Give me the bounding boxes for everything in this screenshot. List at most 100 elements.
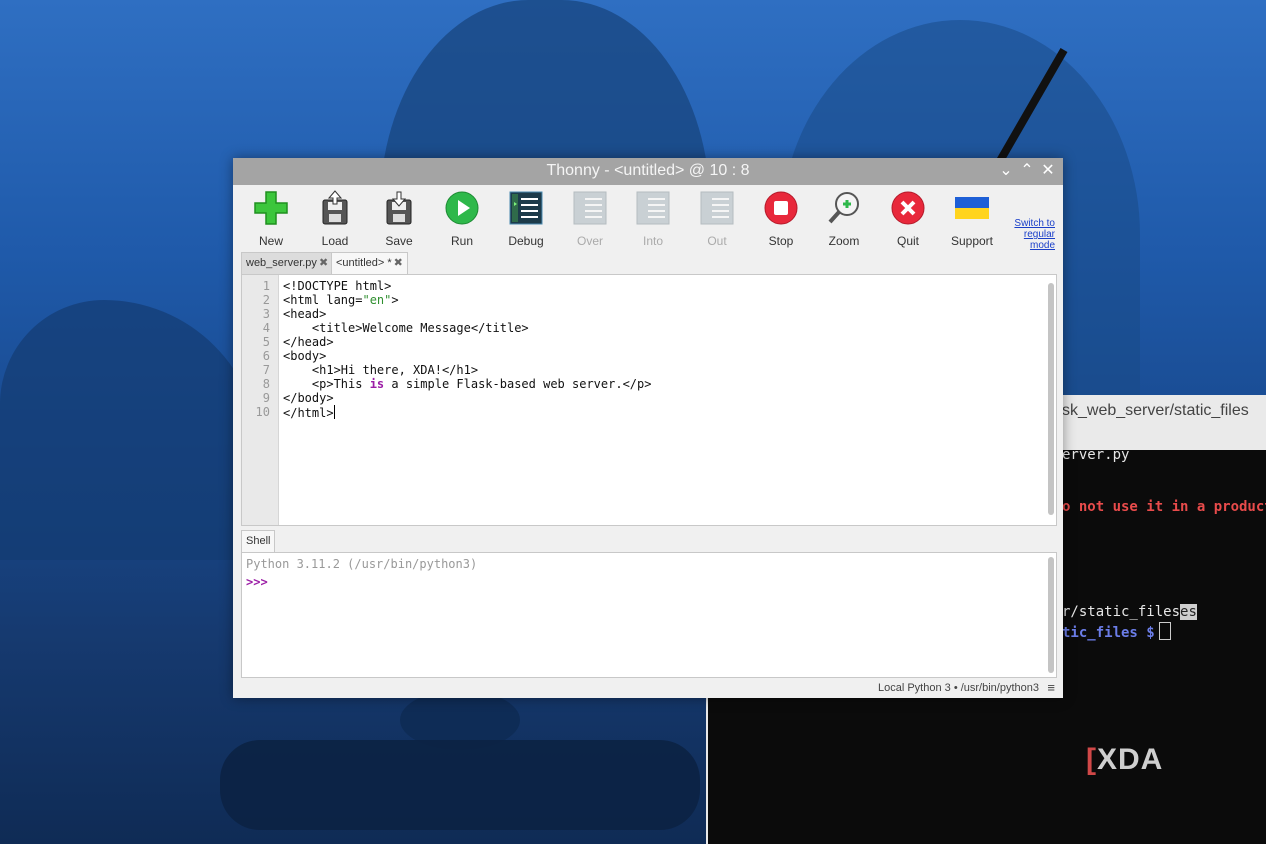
code-line: <title>Welcome Message</title> xyxy=(283,321,529,335)
code-editor[interactable]: 1 2 3 4 5 6 7 8 9 10 <!DOCTYPE html> <htm… xyxy=(241,274,1057,526)
editor-scrollbar[interactable] xyxy=(1048,283,1054,515)
code-token: <title>Welcome Message</title> xyxy=(283,321,529,335)
code-line: </html> xyxy=(283,405,335,420)
switch-mode-line: Switch to xyxy=(1014,218,1055,229)
plus-icon xyxy=(253,190,289,226)
menu-icon[interactable]: ≡ xyxy=(1047,680,1055,695)
stop-label: Stop xyxy=(768,234,794,248)
close-button[interactable]: ✕ xyxy=(1039,161,1057,181)
load-button[interactable]: Load xyxy=(305,190,365,250)
switch-mode-line: mode xyxy=(1029,240,1055,251)
shell-tab-bar: Shell xyxy=(241,530,1055,553)
terminal-output[interactable]: erver.py o not use it in a production r/… xyxy=(1040,450,1266,844)
background-foliage xyxy=(0,300,260,560)
line-number: 8 xyxy=(262,377,270,391)
code-token: <!DOCTYPE html> xyxy=(283,279,392,293)
tab-close-icon[interactable]: ✖ xyxy=(319,257,328,269)
support-button[interactable]: Support xyxy=(942,190,1002,250)
stop-button[interactable]: Stop xyxy=(751,190,811,250)
code-token: <p>This xyxy=(283,377,370,391)
code-token: </html> xyxy=(283,406,334,420)
maximize-button[interactable]: ⌃ xyxy=(1018,161,1036,181)
debug-icon xyxy=(508,190,544,226)
ukraine-flag-icon xyxy=(954,190,990,226)
minimize-button[interactable]: ⌄ xyxy=(997,161,1015,181)
code-token: </head> xyxy=(283,335,334,349)
line-number: 10 xyxy=(255,405,270,419)
terminal-selection: es xyxy=(1180,604,1197,620)
code-line: <h1>Hi there, XDA!</h1> xyxy=(283,363,478,377)
switch-mode-line: regular xyxy=(1023,229,1055,240)
tab-close-icon[interactable]: ✖ xyxy=(394,257,403,269)
step-over-button[interactable]: Over xyxy=(560,190,620,250)
terminal-line: erver.py xyxy=(1062,450,1130,463)
new-button[interactable]: New xyxy=(241,190,301,250)
code-line: <!DOCTYPE html> xyxy=(283,279,391,293)
step-over-icon xyxy=(572,190,608,226)
line-number: 7 xyxy=(262,363,270,377)
step-out-label: Out xyxy=(707,234,727,248)
tab-shell[interactable]: Shell xyxy=(241,530,276,552)
load-icon xyxy=(317,190,353,226)
debug-button[interactable]: Debug xyxy=(496,190,556,250)
shell-python-version: Python 3.11.2 (/usr/bin/python3) xyxy=(246,557,478,571)
code-token: > xyxy=(391,293,399,307)
run-button[interactable]: Run xyxy=(432,190,492,250)
line-number: 3 xyxy=(262,307,270,321)
load-label: Load xyxy=(321,234,349,248)
step-into-icon xyxy=(635,190,671,226)
switch-to-regular-mode-link[interactable]: Switch to regular mode xyxy=(1007,218,1055,251)
zoom-label: Zoom xyxy=(828,234,860,248)
zoom-button[interactable]: Zoom xyxy=(814,190,874,250)
code-token: <body> xyxy=(283,349,327,363)
step-out-button[interactable]: Out xyxy=(687,190,747,250)
tab-untitled[interactable]: <untitled> * ✖ xyxy=(331,252,408,275)
code-line: <p>This is a simple Flask-based web serv… xyxy=(283,377,652,391)
editor-tab-bar: web_server.py ✖ <untitled> * ✖ xyxy=(241,252,1055,275)
step-over-label: Over xyxy=(576,234,603,248)
quit-button[interactable]: Quit xyxy=(878,190,938,250)
code-line: <html lang="en"> xyxy=(283,293,399,307)
background-boat xyxy=(220,740,700,830)
code-token: </body> xyxy=(283,391,334,405)
stop-icon xyxy=(763,190,799,226)
tab-web-server-py[interactable]: web_server.py ✖ xyxy=(241,252,334,274)
terminal-line: r/static_fileses xyxy=(1062,604,1197,620)
new-label: New xyxy=(258,234,283,248)
text-caret xyxy=(333,405,335,419)
keyword-token: is xyxy=(369,377,385,391)
step-out-icon xyxy=(699,190,735,226)
xda-watermark: [XDA xyxy=(1086,743,1163,777)
play-icon xyxy=(444,190,480,226)
toolbar: New Load Save Run Debug Over Into Out St… xyxy=(233,185,1063,251)
line-number: 5 xyxy=(262,335,270,349)
xda-text: XDA xyxy=(1097,743,1164,776)
code-token: <html lang= xyxy=(283,293,363,307)
shell-console[interactable]: Python 3.11.2 (/usr/bin/python3) >>> xyxy=(241,552,1057,678)
status-bar: Local Python 3 • /usr/bin/python3 ≡ xyxy=(233,680,1063,698)
shell-prompt: >>> xyxy=(246,575,268,589)
terminal-prompt-line: tic_files $ xyxy=(1062,622,1171,641)
code-token: a simple Flask-based web server.</p> xyxy=(384,377,652,391)
step-into-button[interactable]: Into xyxy=(623,190,683,250)
line-number: 1 xyxy=(262,279,270,293)
title-bar[interactable]: Thonny - <untitled> @ 10 : 8 ⌄ ⌃ ✕ xyxy=(233,158,1063,185)
shell-scrollbar[interactable] xyxy=(1048,557,1054,673)
tab-label: web_server.py xyxy=(246,257,317,269)
line-number: 4 xyxy=(262,321,270,335)
terminal-title: sk_web_server/static_files xyxy=(1062,402,1249,419)
save-icon xyxy=(381,190,417,226)
xda-bracket: [ xyxy=(1086,743,1097,776)
quit-label: Quit xyxy=(896,234,919,248)
line-number: 2 xyxy=(262,293,270,307)
line-number: 9 xyxy=(262,391,270,405)
step-into-label: Into xyxy=(642,234,663,248)
window-title: Thonny - <untitled> @ 10 : 8 xyxy=(546,162,750,179)
line-number-gutter: 1 2 3 4 5 6 7 8 9 10 xyxy=(242,275,279,525)
save-button[interactable]: Save xyxy=(369,190,429,250)
code-line: <head> xyxy=(283,307,326,321)
interpreter-selector[interactable]: Local Python 3 • /usr/bin/python3 xyxy=(878,682,1039,694)
panel-divider xyxy=(706,697,708,844)
run-label: Run xyxy=(450,234,473,248)
terminal-title-bar[interactable]: sk_web_server/static_files xyxy=(1040,395,1266,450)
